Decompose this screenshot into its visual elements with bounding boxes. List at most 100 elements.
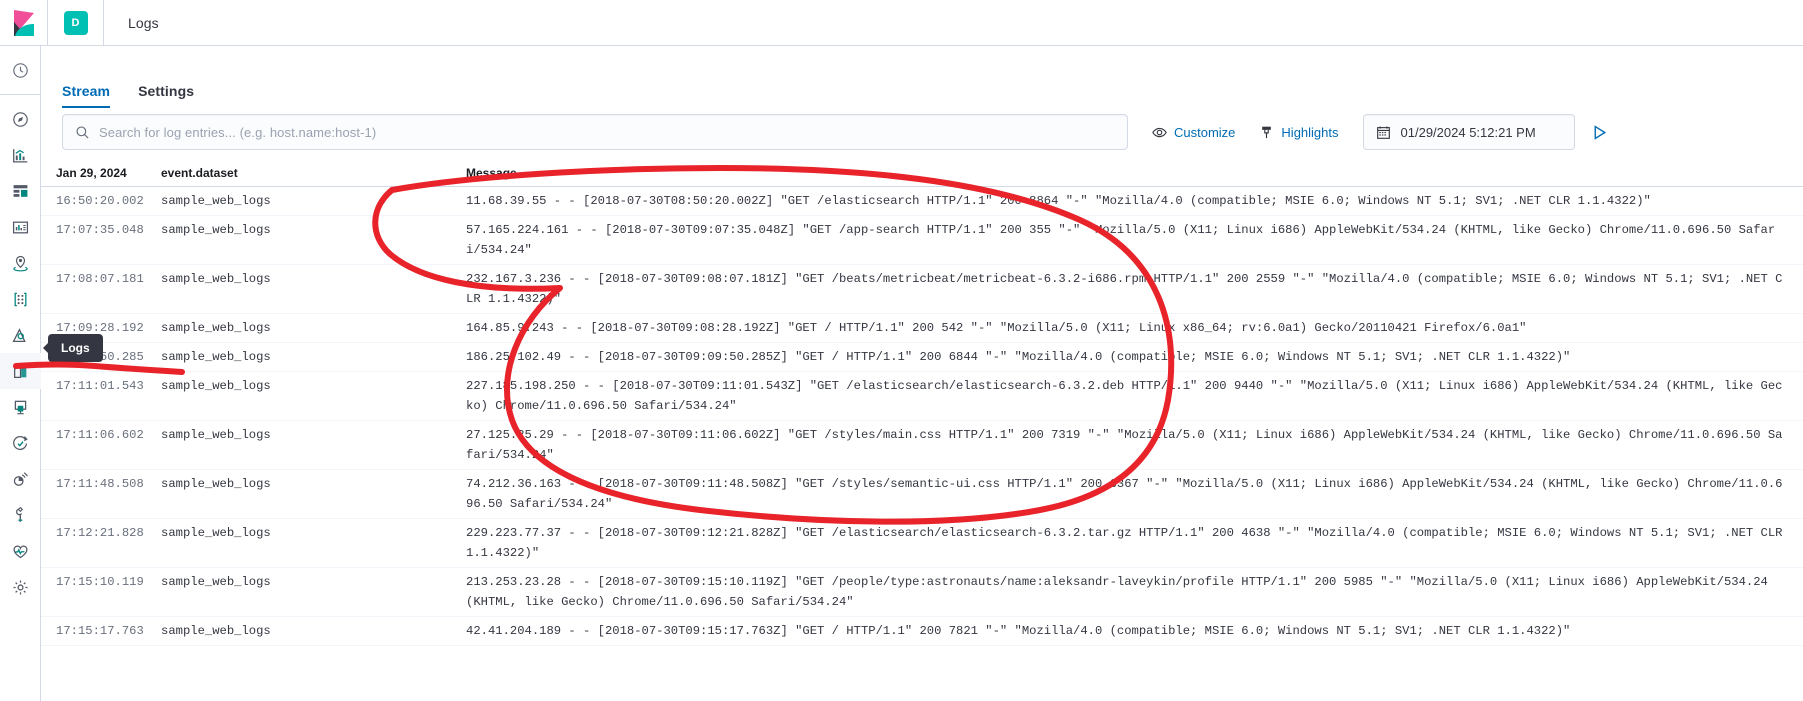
highlights-label: Highlights — [1281, 124, 1339, 140]
sidebar-item-management[interactable] — [0, 569, 41, 605]
stream-live-button[interactable] — [1591, 124, 1608, 141]
infrastructure-icon — [12, 327, 26, 342]
play-triangle-icon — [1594, 124, 1606, 140]
log-timestamp: 17:11:48.508 — [56, 477, 144, 491]
sidebar-tooltip-logs: Logs — [43, 334, 103, 362]
tab-bar: Stream Settings — [41, 46, 1803, 108]
log-dataset: sample_web_logs — [161, 575, 271, 589]
log-entries-list[interactable]: 16:50:20.002 sample_web_logs 11.68.39.55 -… — [41, 187, 1803, 646]
highlights-button[interactable]: Highlights — [1259, 124, 1339, 140]
log-dataset: sample_web_logs — [161, 350, 271, 364]
sidebar-item-uptime[interactable] — [0, 425, 41, 461]
date-picker[interactable]: 01/29/2024 5:12:21 PM — [1362, 114, 1575, 150]
log-message: 74.212.36.163 - - [2018-07-30T09:11:48.5… — [466, 477, 1783, 511]
monitoring-heartbeat-icon — [13, 545, 28, 558]
eye-icon — [1152, 127, 1167, 137]
tab-stream[interactable]: Stream — [62, 83, 111, 108]
sidebar-item-monitoring[interactable] — [0, 533, 41, 569]
log-dataset: sample_web_logs — [161, 223, 271, 237]
logs-main-content: Stream Settings Search for log entries..… — [41, 46, 1803, 701]
siem-icon — [13, 471, 28, 486]
log-timestamp: 17:07:35.048 — [56, 223, 144, 237]
dashboard-icon — [13, 184, 28, 197]
uptime-icon — [13, 435, 28, 450]
log-message: 11.68.39.55 - - [2018-07-30T08:50:20.002… — [466, 194, 1651, 208]
log-dataset: sample_web_logs — [161, 321, 271, 335]
log-dataset: sample_web_logs — [161, 526, 271, 540]
sidebar-item-dashboard[interactable] — [0, 173, 41, 209]
table-row[interactable]: 17:08:07.181 sample_web_logs 232.167.3.236… — [41, 265, 1803, 314]
sidebar-item-apm[interactable] — [0, 389, 41, 425]
global-header: D Logs — [0, 0, 1803, 46]
kibana-logo-icon — [13, 9, 34, 36]
sidebar-item-dev-tools[interactable] — [0, 497, 41, 533]
log-timestamp: 17:15:10.119 — [56, 575, 144, 589]
customize-label: Customize — [1174, 124, 1236, 140]
column-header-dataset: event.dataset — [161, 165, 238, 180]
logs-toolbar: Search for log entries... (e.g. host.nam… — [41, 108, 1803, 159]
search-placeholder: Search for log entries... (e.g. host.nam… — [99, 124, 377, 140]
sidebar-item-recently-viewed[interactable] — [0, 52, 41, 88]
sidebar-item-discover[interactable] — [0, 101, 41, 137]
table-row[interactable]: 17:09:50.285sample_web_logs186.25.102.49… — [41, 343, 1803, 372]
discover-compass-icon — [13, 111, 28, 127]
date-value: 01/29/2024 5:12:21 PM — [1400, 124, 1536, 140]
brush-icon — [1262, 126, 1272, 138]
table-row[interactable]: 17:15:10.119 sample_web_logs 213.253.23.28… — [41, 568, 1803, 617]
sidebar-item-infrastructure[interactable] — [0, 317, 41, 353]
log-message: 227.185.198.250 - - [2018-07-30T09:11:01… — [466, 379, 1783, 413]
search-input[interactable]: Search for log entries... (e.g. host.nam… — [62, 114, 1128, 150]
log-timestamp: 17:11:01.543 — [56, 379, 144, 393]
sidebar-item-siem[interactable] — [0, 461, 41, 497]
sidebar-item-visualize[interactable] — [0, 137, 41, 173]
page-title: Logs — [128, 14, 159, 31]
table-row[interactable]: 16:50:20.002 sample_web_logs 11.68.39.55 -… — [41, 187, 1803, 216]
table-row[interactable]: 17:07:35.048 sample_web_logs 57.165.224.16… — [41, 216, 1803, 265]
log-timestamp: 17:11:06.602 — [56, 428, 144, 442]
machine-learning-icon — [14, 292, 27, 306]
table-row[interactable]: 17:11:01.543 sample_web_logs 227.185.198.2… — [41, 372, 1803, 421]
tab-settings[interactable]: Settings — [138, 83, 194, 108]
sidebar-item-canvas[interactable] — [0, 209, 41, 245]
log-message: 42.41.204.189 - - [2018-07-30T09:15:17.7… — [466, 624, 1571, 638]
calendar-icon — [1376, 126, 1390, 139]
column-header-message: Message — [466, 165, 517, 180]
management-gear-icon — [13, 579, 28, 595]
log-dataset: sample_web_logs — [161, 428, 271, 442]
sidebar-item-logs[interactable] — [0, 353, 41, 389]
logs-icon — [14, 364, 27, 378]
log-message: 229.223.77.37 - - [2018-07-30T09:12:21.8… — [466, 526, 1790, 560]
log-message: 213.253.23.28 - - [2018-07-30T09:15:10.1… — [466, 575, 1776, 609]
maps-marker-icon — [13, 255, 28, 271]
log-message: 57.165.224.161 - - [2018-07-30T09:07:35.… — [466, 223, 1776, 257]
logs-app-window: D Logs Logs Stream Settings Search for l… — [0, 0, 1803, 701]
log-timestamp: 17:15:17.763 — [56, 624, 144, 638]
apm-icon — [14, 400, 27, 414]
kibana-home-button[interactable] — [0, 0, 48, 45]
sidebar-item-maps[interactable] — [0, 245, 41, 281]
log-timestamp: 16:50:20.002 — [56, 194, 144, 208]
log-message: 164.85.9.243 - - [2018-07-30T09:08:28.19… — [466, 321, 1527, 335]
customize-button[interactable]: Customize — [1152, 125, 1235, 140]
column-header-time: Jan 29, 2024 — [56, 165, 127, 180]
log-dataset: sample_web_logs — [161, 194, 271, 208]
table-row[interactable]: 17:11:06.602 sample_web_logs 27.125.25.29 … — [41, 421, 1803, 470]
log-message: 186.25.102.49 - - [2018-07-30T09:09:50.2… — [466, 350, 1571, 364]
table-row[interactable]: 17:09:28.192 sample_web_logs 164.85.9.243 … — [41, 314, 1803, 343]
sidebar-item-machine-learning[interactable] — [0, 281, 41, 317]
log-message: 27.125.25.29 - - [2018-07-30T09:11:06.60… — [466, 428, 1783, 462]
dev-tools-wrench-icon — [16, 506, 24, 522]
log-table-header: Jan 29, 2024 event.dataset Message — [41, 159, 1803, 187]
log-dataset: sample_web_logs — [161, 379, 271, 393]
table-row[interactable]: 17:11:48.508 sample_web_logs 74.212.36.163… — [41, 470, 1803, 519]
recently-viewed-clock-icon — [13, 62, 28, 78]
log-dataset: sample_web_logs — [161, 272, 271, 286]
log-timestamp: 17:08:07.181 — [56, 272, 144, 286]
table-row[interactable]: 17:12:21.828 sample_web_logs 229.223.77.37… — [41, 519, 1803, 568]
log-timestamp: 17:12:21.828 — [56, 526, 144, 540]
log-dataset: sample_web_logs — [161, 624, 271, 638]
space-selector[interactable]: D — [48, 0, 104, 45]
table-row[interactable]: 17:15:17.763 sample_web_logs 42.41.204.189… — [41, 617, 1803, 646]
canvas-icon — [12, 221, 29, 233]
primary-sidebar-nav — [0, 46, 41, 701]
